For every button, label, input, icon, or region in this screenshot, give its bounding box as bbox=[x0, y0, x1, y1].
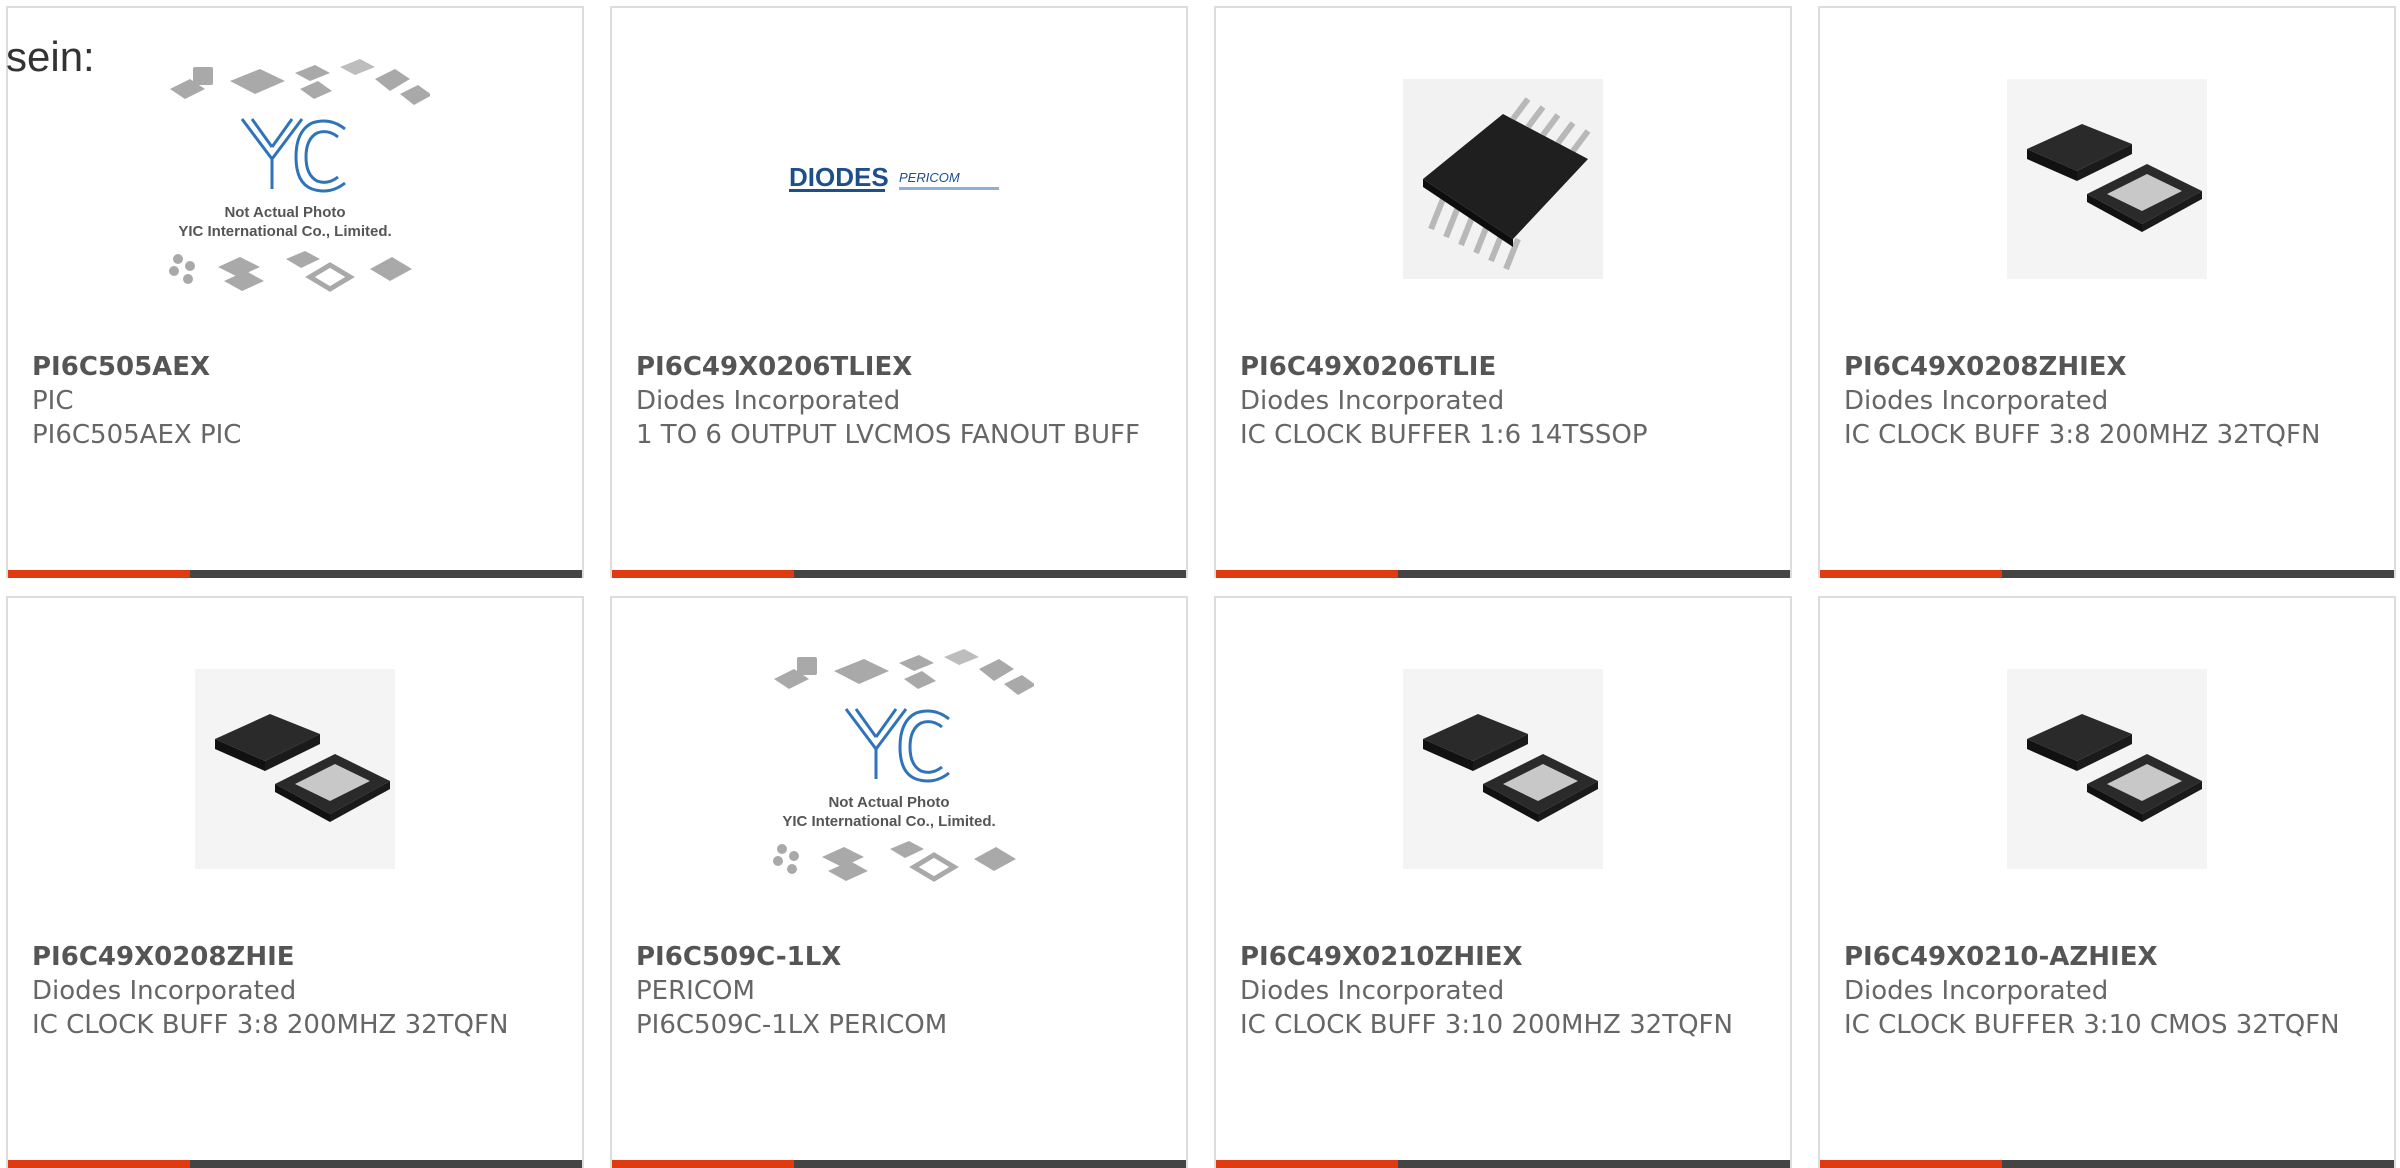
product-card[interactable]: DIODES PERICOM PI6C49X0206TLIEX Diodes I… bbox=[610, 6, 1188, 578]
manufacturer: Diodes Incorporated bbox=[1240, 386, 1505, 416]
product-grid: Not Actual Photo YIC International Co., … bbox=[0, 0, 2400, 1168]
card-bar-accent bbox=[1216, 570, 1398, 578]
product-card[interactable]: PI6C49X0210ZHIEX Diodes Incorporated IC … bbox=[1214, 596, 1792, 1168]
product-info: PI6C49X0210ZHIEX Diodes Incorporated IC … bbox=[1240, 940, 1774, 1042]
manufacturer: Diodes Incorporated bbox=[1844, 386, 2109, 416]
description: 1 TO 6 OUTPUT LVCMOS FANOUT BUFF bbox=[636, 420, 1140, 450]
svg-text:YIC International Co., Limited: YIC International Co., Limited. bbox=[178, 223, 391, 240]
description: IC CLOCK BUFF 3:8 200MHZ 32TQFN bbox=[1844, 420, 2321, 450]
product-info: PI6C509C-1LX PERICOM PI6C509C-1LX PERICO… bbox=[636, 940, 1170, 1042]
card-bottom-bar bbox=[8, 1160, 582, 1168]
part-number-link[interactable]: PI6C49X0206TLIEX bbox=[636, 350, 1170, 384]
svg-text:Not Actual Photo: Not Actual Photo bbox=[828, 794, 949, 811]
product-card[interactable]: PI6C49X0210-AZHIEX Diodes Incorporated I… bbox=[1818, 596, 2396, 1168]
manufacturer: Diodes Incorporated bbox=[636, 386, 901, 416]
product-info: PI6C505AEX PIC PI6C505AEX PIC bbox=[32, 350, 566, 452]
card-bar-accent bbox=[1820, 1160, 2002, 1168]
part-number-link[interactable]: PI6C49X0208ZHIEX bbox=[1844, 350, 2378, 384]
tqfn-chip-icon bbox=[2007, 669, 2207, 869]
card-bottom-bar bbox=[8, 570, 582, 578]
product-image[interactable] bbox=[1216, 54, 1790, 304]
manufacturer: Diodes Incorporated bbox=[1240, 976, 1505, 1006]
manufacturer: Diodes Incorporated bbox=[32, 976, 297, 1006]
product-info: PI6C49X0208ZHIE Diodes Incorporated IC C… bbox=[32, 940, 566, 1042]
description: PI6C505AEX PIC bbox=[32, 420, 242, 450]
tssop-chip-icon bbox=[1403, 79, 1603, 279]
card-bar-accent bbox=[612, 1160, 794, 1168]
product-card[interactable]: Not Actual Photo YIC International Co., … bbox=[610, 596, 1188, 1168]
card-bottom-bar bbox=[1216, 570, 1790, 578]
description: IC CLOCK BUFFER 3:10 CMOS 32TQFN bbox=[1844, 1010, 2340, 1040]
product-info: PI6C49X0206TLIEX Diodes Incorporated 1 T… bbox=[636, 350, 1170, 452]
product-image[interactable] bbox=[1820, 54, 2394, 304]
part-number-link[interactable]: PI6C505AEX bbox=[32, 350, 566, 384]
tqfn-chip-icon bbox=[1403, 669, 1603, 869]
yic-placeholder-icon: Not Actual Photo YIC International Co., … bbox=[169, 59, 430, 292]
card-bottom-bar bbox=[612, 570, 1186, 578]
description: IC CLOCK BUFFER 1:6 14TSSOP bbox=[1240, 420, 1648, 450]
card-bottom-bar bbox=[612, 1160, 1186, 1168]
card-bar-accent bbox=[612, 570, 794, 578]
svg-text:DIODES: DIODES bbox=[789, 162, 889, 192]
product-card[interactable]: Not Actual Photo YIC International Co., … bbox=[6, 6, 584, 578]
part-number-link[interactable]: PI6C49X0206TLIE bbox=[1240, 350, 1774, 384]
tqfn-chip-icon bbox=[2007, 79, 2207, 279]
part-number-link[interactable]: PI6C49X0208ZHIE bbox=[32, 940, 566, 974]
manufacturer: PERICOM bbox=[636, 976, 755, 1006]
manufacturer: PIC bbox=[32, 386, 74, 416]
part-number-link[interactable]: PI6C49X0210-AZHIEX bbox=[1844, 940, 2378, 974]
product-card[interactable]: PI6C49X0208ZHIE Diodes Incorporated IC C… bbox=[6, 596, 584, 1168]
product-image[interactable] bbox=[8, 644, 582, 894]
product-image[interactable]: Not Actual Photo YIC International Co., … bbox=[612, 644, 1186, 894]
product-card[interactable]: PI6C49X0206TLIE Diodes Incorporated IC C… bbox=[1214, 6, 1792, 578]
card-bar-accent bbox=[1216, 1160, 1398, 1168]
part-number-link[interactable]: PI6C509C-1LX bbox=[636, 940, 1170, 974]
product-image[interactable]: DIODES PERICOM bbox=[612, 54, 1186, 304]
card-bottom-bar bbox=[1216, 1160, 1790, 1168]
card-bar-accent bbox=[8, 570, 190, 578]
description: IC CLOCK BUFF 3:10 200MHZ 32TQFN bbox=[1240, 1010, 1733, 1040]
card-bottom-bar bbox=[1820, 570, 2394, 578]
intro-text: sein: bbox=[6, 33, 95, 80]
product-image[interactable] bbox=[1820, 644, 2394, 894]
product-card[interactable]: PI6C49X0208ZHIEX Diodes Incorporated IC … bbox=[1818, 6, 2396, 578]
description: IC CLOCK BUFF 3:8 200MHZ 32TQFN bbox=[32, 1010, 509, 1040]
svg-text:PERICOM: PERICOM bbox=[899, 170, 960, 185]
svg-text:Not Actual Photo: Not Actual Photo bbox=[224, 204, 345, 221]
card-bar-accent bbox=[8, 1160, 190, 1168]
tqfn-chip-icon bbox=[195, 669, 395, 869]
yic-placeholder-icon: Not Actual Photo YIC International Co., … bbox=[773, 649, 1034, 882]
card-bar-accent bbox=[1820, 570, 2002, 578]
svg-text:YIC International Co., Limited: YIC International Co., Limited. bbox=[782, 813, 995, 830]
product-info: PI6C49X0210-AZHIEX Diodes Incorporated I… bbox=[1844, 940, 2378, 1042]
product-info: PI6C49X0206TLIE Diodes Incorporated IC C… bbox=[1240, 350, 1774, 452]
product-info: PI6C49X0208ZHIEX Diodes Incorporated IC … bbox=[1844, 350, 2378, 452]
part-number-link[interactable]: PI6C49X0210ZHIEX bbox=[1240, 940, 1774, 974]
card-bottom-bar bbox=[1820, 1160, 2394, 1168]
product-image[interactable] bbox=[1216, 644, 1790, 894]
product-image[interactable]: Not Actual Photo YIC International Co., … bbox=[8, 54, 582, 304]
manufacturer: Diodes Incorporated bbox=[1844, 976, 2109, 1006]
diodes-pericom-logo-icon: DIODES PERICOM bbox=[789, 162, 999, 192]
description: PI6C509C-1LX PERICOM bbox=[636, 1010, 948, 1040]
